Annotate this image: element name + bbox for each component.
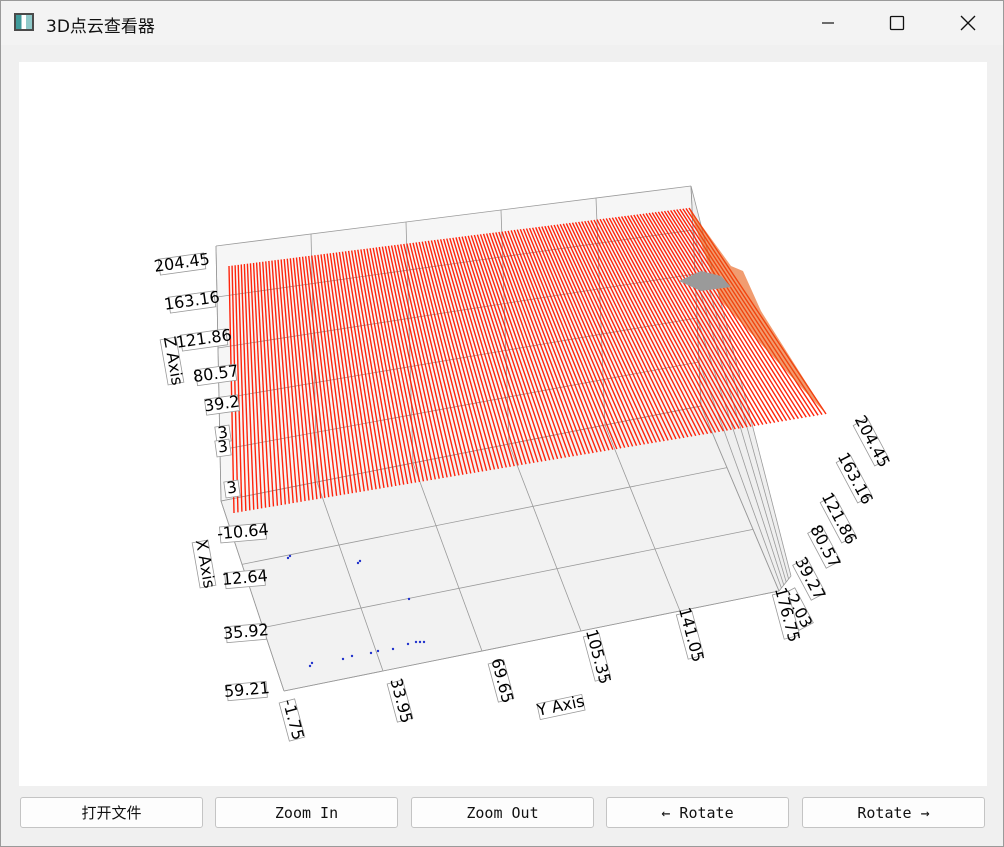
y-tick-text: 105.35 [582, 627, 615, 686]
open-file-button[interactable]: 打开文件 [20, 797, 203, 828]
zoom-out-button[interactable]: Zoom Out [411, 797, 594, 828]
z-tick-left-text: 204.45 [153, 249, 211, 276]
y-tick: 105.35 [582, 627, 615, 686]
floor-point [350, 654, 354, 658]
z-tick-left-text: 163.16 [163, 287, 221, 314]
maximize-button[interactable] [874, 1, 920, 45]
floor-point [358, 559, 362, 563]
floor-point [286, 556, 290, 560]
floor-point [418, 640, 422, 644]
x-tick: -10.64 [216, 520, 269, 544]
y-tick-text: 141.05 [675, 605, 708, 664]
close-icon [960, 15, 976, 31]
z-tick-left: 3 [214, 436, 232, 458]
x-tick-text: 59.21 [223, 678, 270, 701]
floor-point [356, 561, 360, 565]
minimize-icon [822, 22, 834, 24]
x-tick-text: 35.92 [222, 620, 269, 643]
x-tick: 35.92 [222, 620, 270, 644]
floor-point [376, 649, 380, 653]
window-title: 3D点云查看器 [46, 17, 155, 37]
minimize-button[interactable] [805, 1, 851, 45]
floor-point [414, 640, 418, 644]
x-axis-label: X Axis [191, 538, 219, 590]
floor-point [406, 642, 410, 646]
maximize-icon [889, 15, 905, 31]
floor-point [422, 640, 426, 644]
point-cloud-plot[interactable]: 204.45163.16121.8680.5739.2333204.45163.… [19, 62, 987, 786]
3d-plot-canvas[interactable]: 204.45 163.16 121.86 80.57 39.2 3 3 3 204.45 163.… [19, 62, 987, 786]
x-tick-text: 12.64 [221, 566, 268, 589]
floor-point [308, 664, 312, 668]
y-tick-text: 69.65 [487, 656, 517, 705]
x-axis-label-text: X Axis [192, 538, 219, 590]
z-tick-left: 3 [223, 477, 241, 499]
floor-point [310, 661, 314, 665]
floor-point [341, 657, 345, 661]
y-axis-label: Y Axis [534, 691, 586, 721]
y-tick: 69.65 [487, 656, 517, 705]
zoom-in-button[interactable]: Zoom In [215, 797, 398, 828]
close-button[interactable] [945, 1, 991, 45]
rotate-right-button[interactable]: Rotate → [802, 797, 985, 828]
app-window: 3D点云查看器 204.45 163.16 121.86 80.57 39.2 3 3 3 20… [0, 0, 1004, 847]
x-tick: 59.21 [223, 678, 271, 702]
z-tick-left: 163.16 [163, 287, 221, 314]
title-bar[interactable]: 3D点云查看器 [1, 1, 1003, 45]
y-tick: 33.95 [386, 676, 416, 725]
floor-point [369, 651, 373, 655]
floor-point [407, 597, 411, 601]
app-icon [14, 13, 34, 31]
floor-point [391, 647, 395, 651]
y-tick: -1.75 [278, 697, 308, 742]
z-tick-left: 204.45 [153, 249, 211, 276]
rotate-left-button[interactable]: ← Rotate [606, 797, 789, 828]
x-tick: 12.64 [221, 566, 269, 590]
y-tick-text: 33.95 [386, 676, 416, 725]
floor-point [288, 554, 292, 558]
y-tick: 141.05 [675, 605, 708, 664]
